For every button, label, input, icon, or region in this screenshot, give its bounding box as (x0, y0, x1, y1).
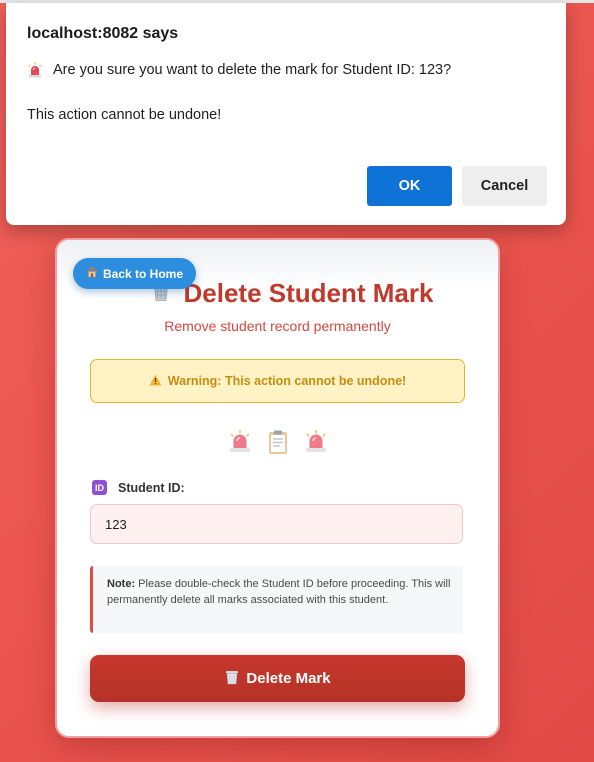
siren-icon (27, 62, 43, 78)
back-to-home-button[interactable]: Back to Home (73, 258, 197, 289)
note-label: Note: (107, 578, 136, 590)
page-subtitle: Remove student record permanently (164, 318, 391, 334)
warning-icon (149, 374, 162, 389)
student-id-label-text: Student ID: (118, 480, 185, 495)
page-title-text: Delete Student Mark (183, 278, 434, 308)
delete-mark-label: Delete Mark (246, 670, 331, 687)
back-to-home-label: Back to Home (103, 266, 184, 281)
dialog-title: localhost:8082 says (27, 25, 179, 42)
note-box: Note: Please double-check the Student ID… (90, 566, 463, 633)
delete-mark-button[interactable]: Delete Mark (90, 655, 465, 702)
siren-icon (228, 429, 252, 460)
delete-card: Back to Home Delete Student Mark Remove … (55, 238, 500, 738)
student-id-input[interactable] (90, 504, 463, 544)
siren-icon (304, 429, 328, 460)
cancel-button[interactable]: Cancel (462, 166, 547, 206)
dialog-message-secondary: This action cannot be undone! (27, 107, 222, 123)
warning-banner: Warning: This action cannot be undone! (90, 359, 465, 403)
note-text: Please double-check the Student ID befor… (107, 578, 451, 606)
confirm-dialog: localhost:8082 says Are you sure you wan… (6, 3, 566, 225)
student-id-label: ID Student ID: (92, 480, 185, 495)
ok-button[interactable]: OK (367, 166, 452, 206)
wastebasket-icon (224, 669, 240, 689)
decorative-icon-row (57, 429, 498, 460)
id-icon: ID (92, 480, 107, 495)
warning-text: Warning: This action cannot be undone! (167, 374, 407, 388)
clipboard-icon (266, 429, 290, 460)
dialog-message: Are you sure you want to delete the mark… (27, 62, 451, 78)
dialog-message-text: Are you sure you want to delete the mark… (53, 62, 452, 78)
house-icon (86, 266, 98, 281)
